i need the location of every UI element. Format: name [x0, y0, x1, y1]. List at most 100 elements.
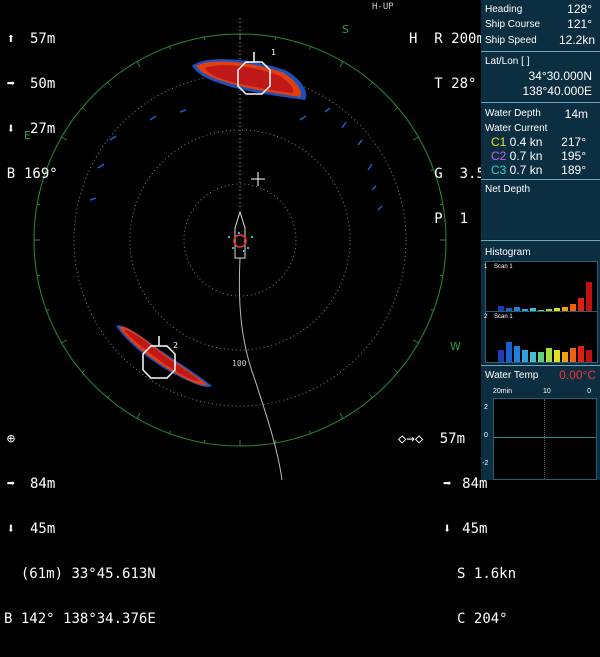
readout-value: 57m	[439, 431, 466, 447]
range-ring-3	[73, 73, 407, 407]
heading-up-label: H	[409, 31, 418, 47]
ring-tick	[395, 107, 399, 110]
current-name: C2	[491, 149, 507, 163]
histogram-bar	[578, 298, 584, 312]
water-temp-value: 0.00°C	[559, 368, 596, 382]
bearing-value: 142°	[20, 611, 55, 627]
current-row: C2 0.7 kn 195°	[491, 149, 596, 163]
readout-value: 57m	[30, 31, 56, 47]
cursor-crosshair	[251, 172, 265, 186]
histogram-num: 1	[484, 264, 488, 270]
readout-row: ⬇ 27m	[4, 122, 58, 137]
range-label: R	[434, 31, 443, 47]
ring-tick	[107, 395, 110, 399]
ship-info-box: Heading 128° Ship Course 121° Ship Speed…	[481, 0, 600, 50]
outer-range-ring	[33, 33, 447, 447]
p-value[interactable]: 1	[460, 211, 468, 227]
histogram-bar	[562, 352, 568, 362]
ring-tick	[308, 430, 311, 434]
compass-south: S	[342, 23, 349, 36]
current-direction: 217°	[561, 135, 586, 149]
current-direction: 189°	[561, 163, 586, 177]
ring-tick	[339, 412, 344, 419]
histogram-bar	[538, 352, 544, 362]
ring-tick	[37, 274, 41, 277]
top-right-readouts: H R 200m T 28° G 3.5 P 1	[409, 2, 485, 257]
ship-speed-label: Ship Speed	[485, 35, 537, 46]
water-box: Water Depth 14m Water Current C1 0.4 kn 2…	[481, 102, 600, 178]
tilt-label: T	[434, 76, 443, 92]
sonar-display[interactable]: 1 2 S E W 100 H-UP ⬆ 57m ➡ 50m ⬇ 27m B 169° …	[0, 0, 516, 627]
ship-course-label: Ship Course	[485, 19, 541, 30]
ring-tick	[370, 81, 373, 85]
histogram-bar	[586, 282, 592, 312]
right-arrow-icon: ➡	[442, 476, 452, 492]
net-depth-box: Net Depth	[481, 179, 600, 239]
depth-paren: (61m)	[20, 566, 64, 582]
bearing-label: B	[4, 611, 13, 627]
scattered-echoes	[89, 107, 383, 211]
bearing-label: B	[6, 166, 16, 182]
ring-tick	[136, 61, 141, 68]
current-row: C3 0.7 kn 189°	[491, 163, 596, 177]
ring-tick	[308, 46, 311, 50]
ring-tick	[339, 61, 344, 68]
y-axis-neg2: -2	[482, 460, 489, 467]
latitude-value: 33°45.613N	[71, 566, 156, 582]
histogram-chart-2: 2 Scan 1	[484, 311, 598, 363]
latlon-box: Lat/Lon [ ] 34°30.000N 138°40.000E	[481, 51, 600, 101]
heading-value: 128°	[567, 2, 592, 16]
gain-label: G	[434, 166, 443, 182]
temp-grid-line	[544, 399, 545, 479]
ship-course-value: 121°	[567, 17, 592, 31]
readout-row: B 169°	[4, 167, 58, 182]
axis-label-0: 0	[587, 388, 591, 395]
current-speed: 0.7 kn	[506, 149, 543, 163]
right-arrow-icon: ➡	[6, 76, 16, 92]
water-temp-label: Water Temp	[485, 370, 539, 381]
current-direction: 195°	[561, 149, 586, 163]
water-current-label: Water Current	[485, 123, 548, 134]
readout-value: 84m	[30, 476, 56, 492]
mode-label: H-UP	[372, 2, 394, 12]
ship-speed-value: 12.2kn	[558, 33, 595, 47]
ring-tick	[274, 37, 277, 41]
range-value[interactable]: 200m	[451, 31, 485, 47]
histogram-bar	[530, 352, 536, 362]
histogram-bar	[586, 350, 592, 362]
readout-row: ➡ 50m	[4, 77, 58, 92]
ring-tick	[61, 136, 68, 141]
info-panel: Heading 128° Ship Course 121° Ship Speed…	[481, 0, 600, 480]
ring-tick	[107, 81, 110, 85]
ring-tick	[274, 439, 277, 443]
readout-row: ⬆ 57m	[4, 32, 58, 47]
ring-tick	[395, 370, 399, 373]
ring-tick	[61, 339, 68, 344]
target-label-top: 1	[271, 48, 276, 57]
latitude-value: 34°30.000N	[528, 69, 592, 83]
histogram-bar	[570, 348, 576, 362]
course-label: C	[457, 611, 466, 627]
speed-label: S	[457, 566, 466, 582]
histogram-chart-1: 1 Scan 1	[484, 261, 598, 313]
y-axis-2: 2	[484, 404, 488, 411]
compass-west: W	[450, 340, 461, 353]
current-speed: 0.7 kn	[506, 163, 543, 177]
tilt-value[interactable]: 28°	[451, 76, 476, 92]
outer-ring-ticks	[34, 34, 446, 446]
longitude-value: 138°34.376E	[63, 611, 156, 627]
ring-tick	[203, 439, 206, 443]
latlon-label: Lat/Lon [ ]	[485, 56, 530, 67]
right-arrow-icon: ➡	[6, 476, 16, 492]
down-arrow-icon: ⬇	[442, 521, 452, 537]
ring-tick	[430, 308, 434, 311]
top-left-readouts: ⬆ 57m ➡ 50m ⬇ 27m B 169°	[4, 2, 58, 212]
current-row: C1 0.4 kn 217°	[491, 135, 596, 149]
ring-tick	[169, 430, 172, 434]
y-axis-0: 0	[484, 432, 488, 439]
down-arrow-icon: ⬇	[6, 121, 16, 137]
histogram-name: Scan 1	[494, 264, 513, 270]
distance-icon[interactable]: ◇→◇	[398, 431, 423, 447]
target-lock-icon[interactable]: ⊕	[4, 432, 18, 447]
axis-label-10: 10	[543, 388, 551, 395]
